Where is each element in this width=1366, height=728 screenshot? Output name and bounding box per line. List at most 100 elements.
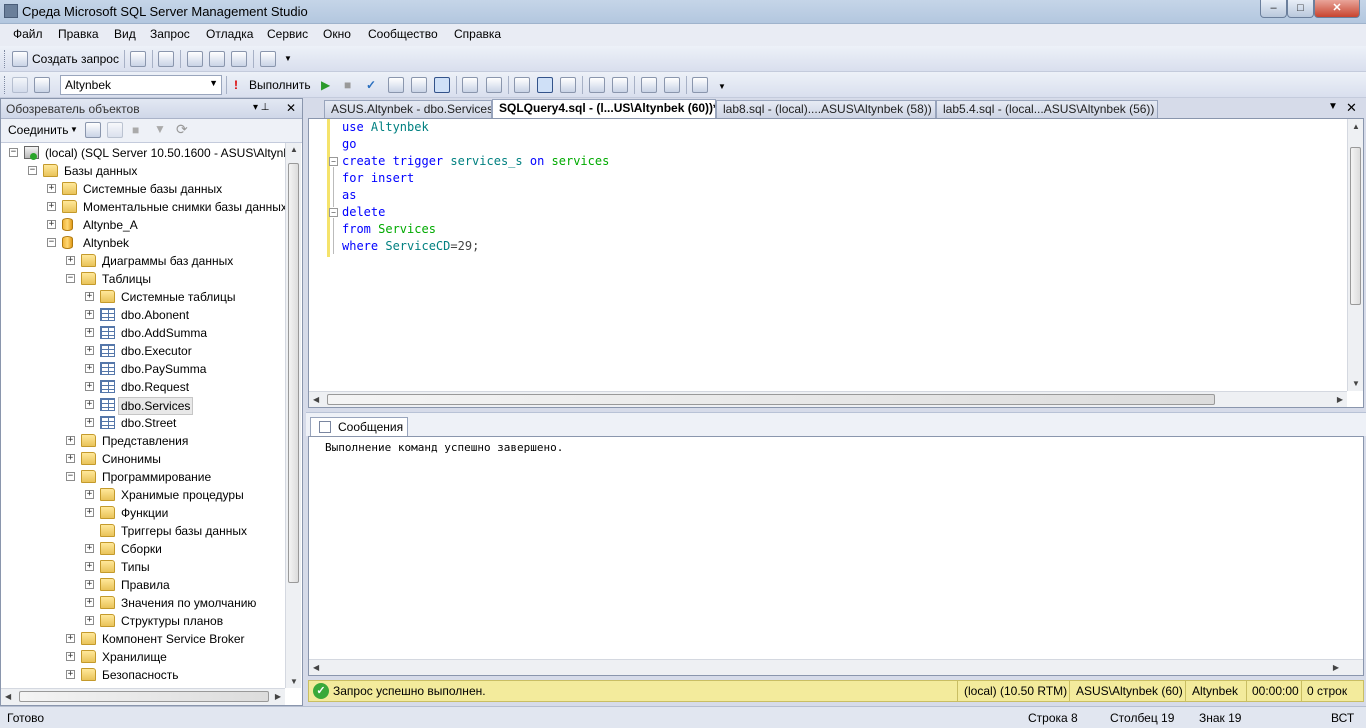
intellisense-icon[interactable]	[434, 77, 450, 93]
pin-icon[interactable]: ▾ ⊥	[253, 102, 270, 113]
tree-node[interactable]: + Хранимые процедуры	[1, 486, 285, 504]
tree-node[interactable]: + Функции	[1, 504, 285, 522]
expand-icon[interactable]: +	[85, 580, 94, 589]
toolbar-grip[interactable]	[4, 50, 7, 68]
client-stats-icon[interactable]	[514, 77, 530, 93]
tree-node[interactable]: + dbo.PaySumma	[1, 360, 285, 378]
tree-node[interactable]: + dbo.AddSumma	[1, 324, 285, 342]
tab-sqlquery4[interactable]: SQLQuery4.sql - (l...US\Altynbek (60))*	[492, 99, 716, 118]
scroll-thumb[interactable]	[19, 691, 269, 702]
connect-dropdown[interactable]: Соединить	[8, 123, 69, 137]
expand-icon[interactable]: +	[85, 418, 94, 427]
tree-node[interactable]: + dbo.Services	[1, 396, 285, 415]
uncomment-icon[interactable]	[612, 77, 628, 93]
scroll-up-icon[interactable]: ▲	[290, 145, 298, 154]
scroll-thumb[interactable]	[327, 394, 1215, 405]
save-icon[interactable]	[209, 51, 225, 67]
collapse-icon[interactable]: −	[66, 472, 75, 481]
connect-icon[interactable]	[12, 77, 28, 93]
oe-vertical-scrollbar[interactable]: ▲ ▼	[285, 143, 301, 688]
expand-icon[interactable]: +	[47, 202, 56, 211]
scroll-thumb[interactable]	[1350, 147, 1361, 305]
toolbar-overflow-icon[interactable]: ▼	[718, 82, 726, 91]
tree-node[interactable]: + dbo.Executor	[1, 342, 285, 360]
tree-node[interactable]: + Моментальные снимки базы данных	[1, 198, 285, 216]
menu-tools[interactable]: Сервис	[267, 27, 308, 41]
menu-help[interactable]: Справка	[454, 27, 501, 41]
new-query-button[interactable]: Создать запрос	[32, 52, 119, 66]
expand-icon[interactable]: +	[85, 400, 94, 409]
parse-icon[interactable]: ✓	[366, 78, 376, 92]
scroll-thumb[interactable]	[288, 163, 299, 583]
decrease-indent-icon[interactable]	[641, 77, 657, 93]
include-plan-icon[interactable]	[486, 77, 502, 93]
expand-icon[interactable]: +	[85, 544, 94, 553]
tab-list-icon[interactable]: ▼	[1328, 101, 1338, 112]
tree-node[interactable]: + dbo.Abonent	[1, 306, 285, 324]
tree-node[interactable]: + Хранилище	[1, 648, 285, 666]
expand-icon[interactable]: +	[85, 382, 94, 391]
disconnect-icon[interactable]	[107, 122, 123, 138]
close-button[interactable]: ✕	[1314, 0, 1360, 18]
expand-icon[interactable]: +	[85, 616, 94, 625]
specify-values-icon[interactable]	[462, 77, 478, 93]
comment-icon[interactable]	[589, 77, 605, 93]
tree-node[interactable]: − Таблицы	[1, 270, 285, 288]
database-selector[interactable]: Altynbek ▼	[60, 75, 222, 95]
tree-node[interactable]: + Системные базы данных	[1, 180, 285, 198]
tree-node[interactable]: + Компонент Service Broker	[1, 630, 285, 648]
tree-node[interactable]: + Структуры планов	[1, 612, 285, 630]
expand-icon[interactable]: +	[85, 310, 94, 319]
oe-horizontal-scrollbar[interactable]: ◀ ▶	[1, 688, 285, 705]
tab-lab8[interactable]: lab8.sql - (local)....ASUS\Altynbek (58)…	[716, 100, 936, 118]
filter-icon[interactable]: ▼	[154, 122, 166, 136]
expand-icon[interactable]: +	[85, 562, 94, 571]
stop-icon[interactable]: ■	[132, 123, 139, 137]
menu-debug[interactable]: Отладка	[206, 27, 253, 41]
expand-icon[interactable]: +	[85, 508, 94, 517]
tree-node[interactable]: Триггеры базы данных	[1, 522, 285, 540]
scroll-right-icon[interactable]: ▶	[1337, 395, 1343, 404]
expand-icon[interactable]: +	[85, 292, 94, 301]
scroll-right-icon[interactable]: ▶	[275, 692, 281, 701]
tab-messages[interactable]: Сообщения	[310, 417, 408, 437]
toolbar-overflow-icon[interactable]: ▼	[284, 54, 292, 63]
query-editor[interactable]: − − use Altynbek go create trigger servi…	[308, 118, 1364, 408]
expand-icon[interactable]: +	[47, 184, 56, 193]
debug-icon[interactable]: ▶	[321, 78, 330, 92]
maximize-button[interactable]: □	[1287, 0, 1314, 18]
activity-monitor-icon[interactable]	[260, 51, 276, 67]
menu-view[interactable]: Вид	[114, 27, 136, 41]
query-designer-icon[interactable]	[411, 77, 427, 93]
results-to-file-icon[interactable]	[560, 77, 576, 93]
scroll-left-icon[interactable]: ◀	[5, 692, 11, 701]
expand-icon[interactable]: +	[66, 634, 75, 643]
scroll-left-icon[interactable]: ◀	[313, 395, 319, 404]
tree-node[interactable]: + Системные таблицы	[1, 288, 285, 306]
tab-lab5-4[interactable]: lab5.4.sql - (local...ASUS\Altynbek (56)…	[936, 100, 1158, 118]
scroll-left-icon[interactable]: ◀	[313, 663, 319, 672]
execute-button[interactable]: Выполнить	[249, 78, 311, 92]
collapse-icon[interactable]: −	[47, 238, 56, 247]
open-folder-icon[interactable]	[187, 51, 203, 67]
expand-icon[interactable]: +	[66, 256, 75, 265]
refresh-icon[interactable]: ⟳	[176, 121, 188, 138]
tree-node[interactable]: + Сборки	[1, 540, 285, 558]
tree-node[interactable]: − Базы данных	[1, 162, 285, 180]
display-plan-icon[interactable]	[388, 77, 404, 93]
connect-object-icon[interactable]	[85, 122, 101, 138]
tree-node[interactable]: + Синонимы	[1, 450, 285, 468]
expand-icon[interactable]: +	[85, 598, 94, 607]
tree-node[interactable]: + Значения по умолчанию	[1, 594, 285, 612]
tree-node[interactable]: + Типы	[1, 558, 285, 576]
increase-indent-icon[interactable]	[664, 77, 680, 93]
new-file-icon[interactable]	[158, 51, 174, 67]
expand-icon[interactable]: +	[85, 490, 94, 499]
tree-node[interactable]: − Программирование	[1, 468, 285, 486]
close-tab-icon[interactable]: ✕	[1346, 100, 1357, 116]
tree-node[interactable]: + Правила	[1, 576, 285, 594]
expand-icon[interactable]: +	[85, 346, 94, 355]
tab-dbo-services[interactable]: ASUS.Altynbek - dbo.Services	[324, 100, 492, 118]
scroll-right-icon[interactable]: ▶	[1333, 663, 1339, 672]
cancel-query-icon[interactable]: ■	[344, 78, 351, 92]
